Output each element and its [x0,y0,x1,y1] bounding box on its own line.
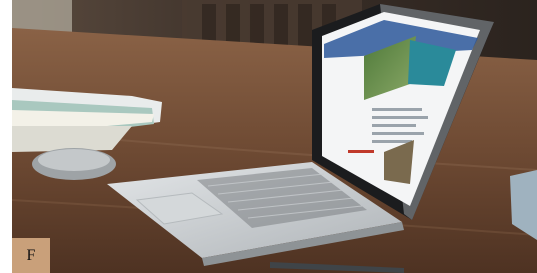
photo-illustration [12,0,537,273]
laptop-photo [12,0,537,273]
figure-label: F [12,238,50,273]
figure-panel: F [0,0,537,273]
